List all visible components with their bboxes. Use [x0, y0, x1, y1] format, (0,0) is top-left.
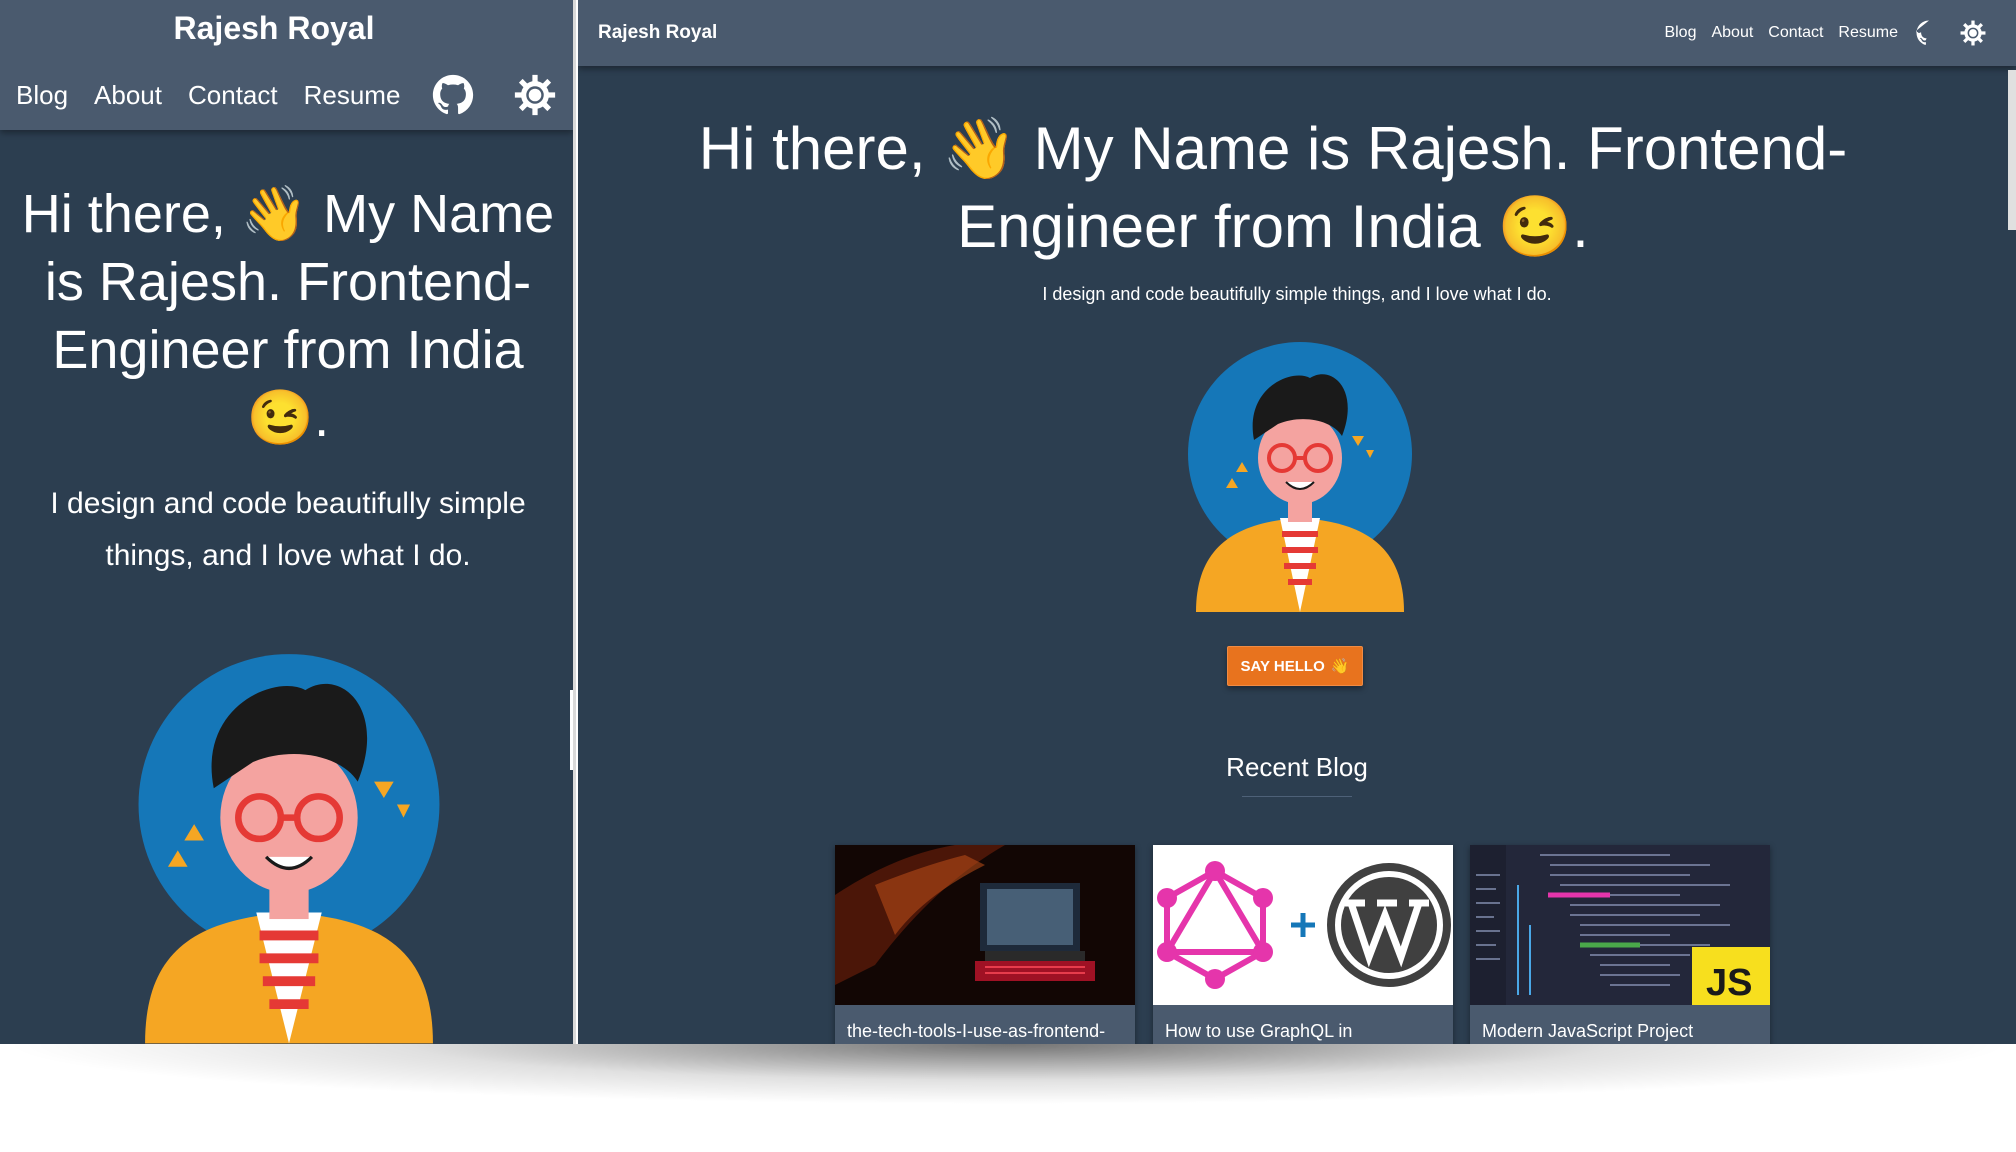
scrollbar[interactable]	[570, 690, 573, 770]
wave-emoji-icon: 👋	[942, 115, 1017, 182]
blog-card-title: the-tech-tools-I-use-as-frontend-	[847, 1021, 1106, 1041]
blog-thumbnail-laptop-image	[835, 845, 1135, 1005]
nav-resume-link[interactable]: Resume	[304, 80, 401, 111]
hero-text-a: Hi there,	[21, 184, 241, 244]
nav-resume-link[interactable]: Resume	[1838, 24, 1898, 42]
brand-title[interactable]: Rajesh Royal	[0, 10, 548, 47]
blog-thumbnail-javascript-code-image: JS	[1470, 845, 1770, 1005]
sun-gear-icon[interactable]	[1960, 20, 1986, 46]
hero-text-b: My Name is Rajesh. Frontend-Engineer fro…	[957, 115, 1848, 260]
nav-links: Blog About Contact Resume	[1649, 20, 1986, 46]
wink-emoji-icon: 😉	[246, 388, 315, 448]
hero-subtitle: I design and code beautifully simple thi…	[1042, 284, 1552, 304]
hero-period: .	[1572, 193, 1589, 260]
nav-blog-link[interactable]: Blog	[1664, 24, 1696, 42]
nav-about-link[interactable]: About	[94, 80, 162, 111]
screenshot-composite: Rajesh Royal Blog About Contact Resume H…	[0, 0, 2016, 1152]
blog-card[interactable]: JS Modern JavaScript Project	[1470, 845, 1770, 1044]
nav-about-link[interactable]: About	[1711, 24, 1753, 42]
hero-text-a: Hi there,	[698, 115, 943, 182]
wink-emoji-icon: 😉	[1497, 193, 1573, 260]
say-hello-button[interactable]: SAY HELLO 👋	[1227, 646, 1363, 686]
wave-emoji-icon: 👋	[240, 184, 309, 244]
recent-blog-heading: Recent Blog	[1226, 752, 1368, 782]
say-hello-label: SAY HELLO	[1240, 657, 1325, 675]
avatar-illustration	[138, 654, 440, 1044]
blog-card[interactable]: How to use GraphQL in	[1153, 845, 1453, 1044]
brand-title[interactable]: Rajesh Royal	[598, 22, 717, 44]
avatar-illustration	[1188, 342, 1412, 612]
svg-text:JS: JS	[1706, 962, 1752, 1004]
github-icon[interactable]	[432, 74, 474, 116]
blog-card[interactable]: the-tech-tools-I-use-as-frontend-	[835, 845, 1135, 1044]
blog-card-title: Modern JavaScript Project	[1482, 1021, 1694, 1041]
blog-card-title: How to use GraphQL in	[1165, 1021, 1353, 1041]
nav-links: Blog About Contact Resume	[16, 74, 573, 116]
github-icon[interactable]	[1916, 20, 1942, 46]
nav-blog-link[interactable]: Blog	[16, 80, 68, 111]
hero-heading: Hi there, 👋 My Name is Rajesh. Frontend-…	[698, 110, 1848, 266]
hero-period: .	[314, 388, 330, 448]
scrollbar[interactable]	[2008, 70, 2016, 230]
navbar: Rajesh Royal Blog About Contact Resume	[578, 0, 2016, 66]
desktop-view: Rajesh Royal Blog About Contact Resume H…	[578, 0, 2016, 1044]
drop-shadow	[0, 1044, 2016, 1152]
navbar: Rajesh Royal Blog About Contact Resume	[0, 0, 573, 130]
wave-emoji-icon: 👋	[1330, 658, 1350, 675]
sun-gear-icon[interactable]	[514, 74, 556, 116]
nav-contact-link[interactable]: Contact	[188, 80, 278, 111]
hero-heading: Hi there, 👋 My Name is Rajesh. Frontend-…	[20, 180, 556, 452]
blog-thumbnail-graphql-wordpress-image	[1153, 845, 1453, 1005]
hero-subtitle: I design and code beautifully simple thi…	[50, 487, 526, 572]
mobile-view: Rajesh Royal Blog About Contact Resume H…	[0, 0, 576, 1044]
heading-divider	[1242, 796, 1352, 797]
nav-contact-link[interactable]: Contact	[1768, 24, 1823, 42]
